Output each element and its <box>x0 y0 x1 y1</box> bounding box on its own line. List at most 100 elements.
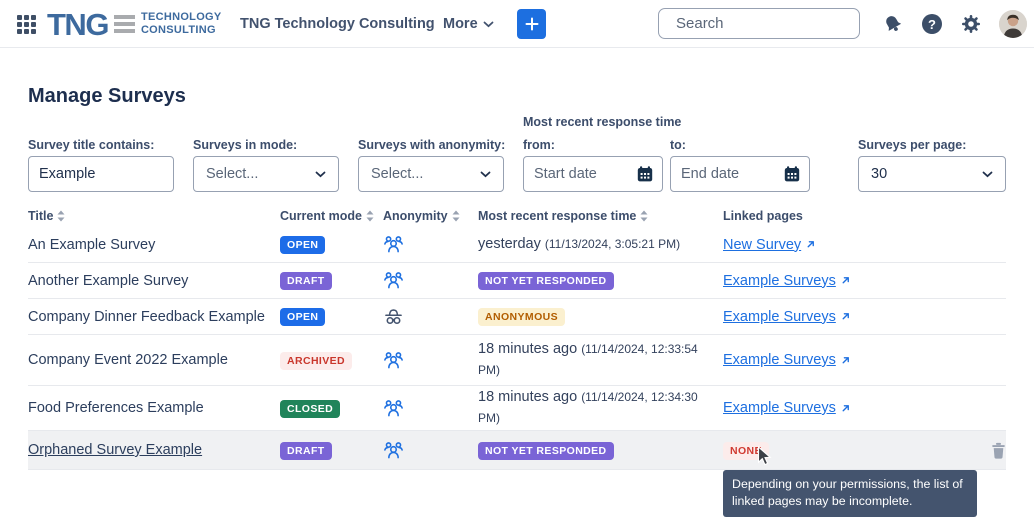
column-header-linked-label: Linked pages <box>723 209 803 223</box>
response-time: 18 minutes ago (11/14/2024, 12:34:30 PM) <box>478 387 700 429</box>
calendar-icon[interactable] <box>783 165 801 183</box>
top-navbar: TNG TECHNOLOGY CONSULTING TNG Technology… <box>0 0 1034 48</box>
linked-page-link[interactable]: Example Surveys <box>723 400 851 416</box>
linked-page-link[interactable]: Example Surveys <box>723 309 851 325</box>
column-header-linked-pages: Linked pages <box>723 209 968 223</box>
filter-to-date <box>670 156 810 192</box>
filter-anonymity-select[interactable]: Select... <box>358 156 504 192</box>
survey-title-link[interactable]: Another Example Survey <box>28 273 188 289</box>
filter-per-page-label: Surveys per page: <box>858 138 966 152</box>
filter-title-input[interactable] <box>28 156 174 192</box>
nav-space-link[interactable]: TNG Technology Consulting <box>240 0 435 48</box>
page-title: Manage Surveys <box>28 85 186 108</box>
table-row: Company Dinner Feedback Example OPEN ANO… <box>28 299 1006 335</box>
filter-title-label: Survey title contains: <box>28 138 154 152</box>
table-row: Food Preferences Example CLOSED 18 minut… <box>28 386 1006 431</box>
help-icon[interactable] <box>922 14 942 34</box>
filter-anonymity-value: Select... <box>371 166 423 182</box>
people-group-icon <box>383 270 404 291</box>
user-avatar[interactable] <box>999 10 1027 38</box>
linked-page-link[interactable]: Example Surveys <box>723 352 851 368</box>
external-link-icon <box>840 403 851 414</box>
external-link-icon <box>840 355 851 366</box>
column-header-response-time[interactable]: Most recent response time <box>478 209 723 223</box>
mode-badge: ARCHIVED <box>280 352 352 370</box>
tng-logo[interactable]: TNG TECHNOLOGY CONSULTING <box>47 8 222 40</box>
response-main: yesterday <box>478 236 541 252</box>
table-row: Orphaned Survey Example DRAFT NOT YET RE… <box>28 431 1006 470</box>
response-status-badge: NOT YET RESPONDED <box>478 442 614 460</box>
mode-badge: OPEN <box>280 236 325 254</box>
survey-title-link[interactable]: Food Preferences Example <box>28 400 204 416</box>
linked-page-label: Example Surveys <box>723 309 836 325</box>
mode-badge: OPEN <box>280 308 325 326</box>
linked-pages-tooltip: Depending on your permissions, the list … <box>723 470 977 517</box>
filter-mode-select[interactable]: Select... <box>193 156 339 192</box>
logo-acronym: TNG <box>47 9 108 40</box>
filter-mode-value: Select... <box>206 166 258 182</box>
delete-survey-trash-icon[interactable] <box>991 442 1006 459</box>
search-box[interactable] <box>658 8 860 39</box>
filter-from-date <box>523 156 663 192</box>
filter-response-time-group-label: Most recent response time <box>523 115 681 129</box>
response-main: 18 minutes ago <box>478 341 577 357</box>
linked-page-label: Example Surveys <box>723 400 836 416</box>
linked-page-link[interactable]: Example Surveys <box>723 273 851 289</box>
sort-icon <box>452 210 460 222</box>
avatar-photo <box>999 10 1027 38</box>
response-time: yesterday (11/13/2024, 3:05:21 PM) <box>478 234 700 255</box>
incognito-icon <box>383 306 404 327</box>
mode-badge: DRAFT <box>280 442 332 460</box>
response-detail: (11/13/2024, 3:05:21 PM) <box>545 237 680 251</box>
apps-grid-icon[interactable] <box>17 15 36 34</box>
people-group-icon <box>383 440 404 461</box>
logo-word-2: CONSULTING <box>141 24 216 36</box>
response-status-badge: NOT YET RESPONDED <box>478 272 614 290</box>
gear-icon[interactable] <box>961 14 981 34</box>
mouse-cursor <box>757 446 772 467</box>
column-header-anonymity[interactable]: Anonymity <box>380 209 478 223</box>
chevron-down-icon <box>483 21 494 28</box>
linked-page-label: Example Surveys <box>723 273 836 289</box>
create-button[interactable] <box>517 9 546 39</box>
survey-title-link[interactable]: Company Event 2022 Example <box>28 352 228 368</box>
filter-per-page-value: 30 <box>871 166 887 182</box>
column-header-mode[interactable]: Current mode <box>280 209 380 223</box>
nav-more-menu[interactable]: More <box>443 0 494 48</box>
sort-icon <box>57 210 65 222</box>
filter-per-page-select[interactable]: 30 <box>858 156 1006 192</box>
filter-to-label: to: <box>670 138 686 152</box>
external-link-icon <box>840 311 851 322</box>
surveys-table: Title Current mode Anonymity Most recent… <box>28 204 1006 470</box>
mode-badge: DRAFT <box>280 272 332 290</box>
linked-page-label: Example Surveys <box>723 352 836 368</box>
external-link-icon <box>805 239 816 250</box>
linked-page-link[interactable]: New Survey <box>723 237 816 253</box>
logo-word-1: TECHNOLOGY <box>141 11 222 23</box>
search-input[interactable] <box>676 15 875 32</box>
logo-wordmark: TECHNOLOGY CONSULTING <box>141 11 222 37</box>
logo-lines-icon <box>114 15 135 33</box>
people-group-icon <box>383 234 404 255</box>
sort-icon <box>640 210 648 222</box>
survey-title-link[interactable]: Company Dinner Feedback Example <box>28 309 265 325</box>
column-header-mode-label: Current mode <box>280 209 362 223</box>
chevron-down-icon <box>480 171 491 178</box>
table-header-row: Title Current mode Anonymity Most recent… <box>28 204 1006 227</box>
filter-mode-label: Surveys in mode: <box>193 138 297 152</box>
table-row: An Example Survey OPEN yesterday (11/13/… <box>28 227 1006 263</box>
response-status-badge: ANONYMOUS <box>478 308 565 326</box>
response-main: 18 minutes ago <box>478 389 577 405</box>
nav-more-label: More <box>443 16 478 32</box>
column-header-anonymity-label: Anonymity <box>383 209 448 223</box>
notifications-bell-icon[interactable] <box>883 14 903 34</box>
chevron-down-icon <box>982 171 993 178</box>
column-header-title[interactable]: Title <box>28 209 280 223</box>
calendar-icon[interactable] <box>636 165 654 183</box>
external-link-icon <box>840 275 851 286</box>
linked-page-label: New Survey <box>723 237 801 253</box>
survey-title-link[interactable]: Orphaned Survey Example <box>28 442 202 458</box>
survey-title-link[interactable]: An Example Survey <box>28 237 155 253</box>
table-row: Another Example Survey DRAFT NOT YET RES… <box>28 263 1006 299</box>
column-header-title-label: Title <box>28 209 53 223</box>
